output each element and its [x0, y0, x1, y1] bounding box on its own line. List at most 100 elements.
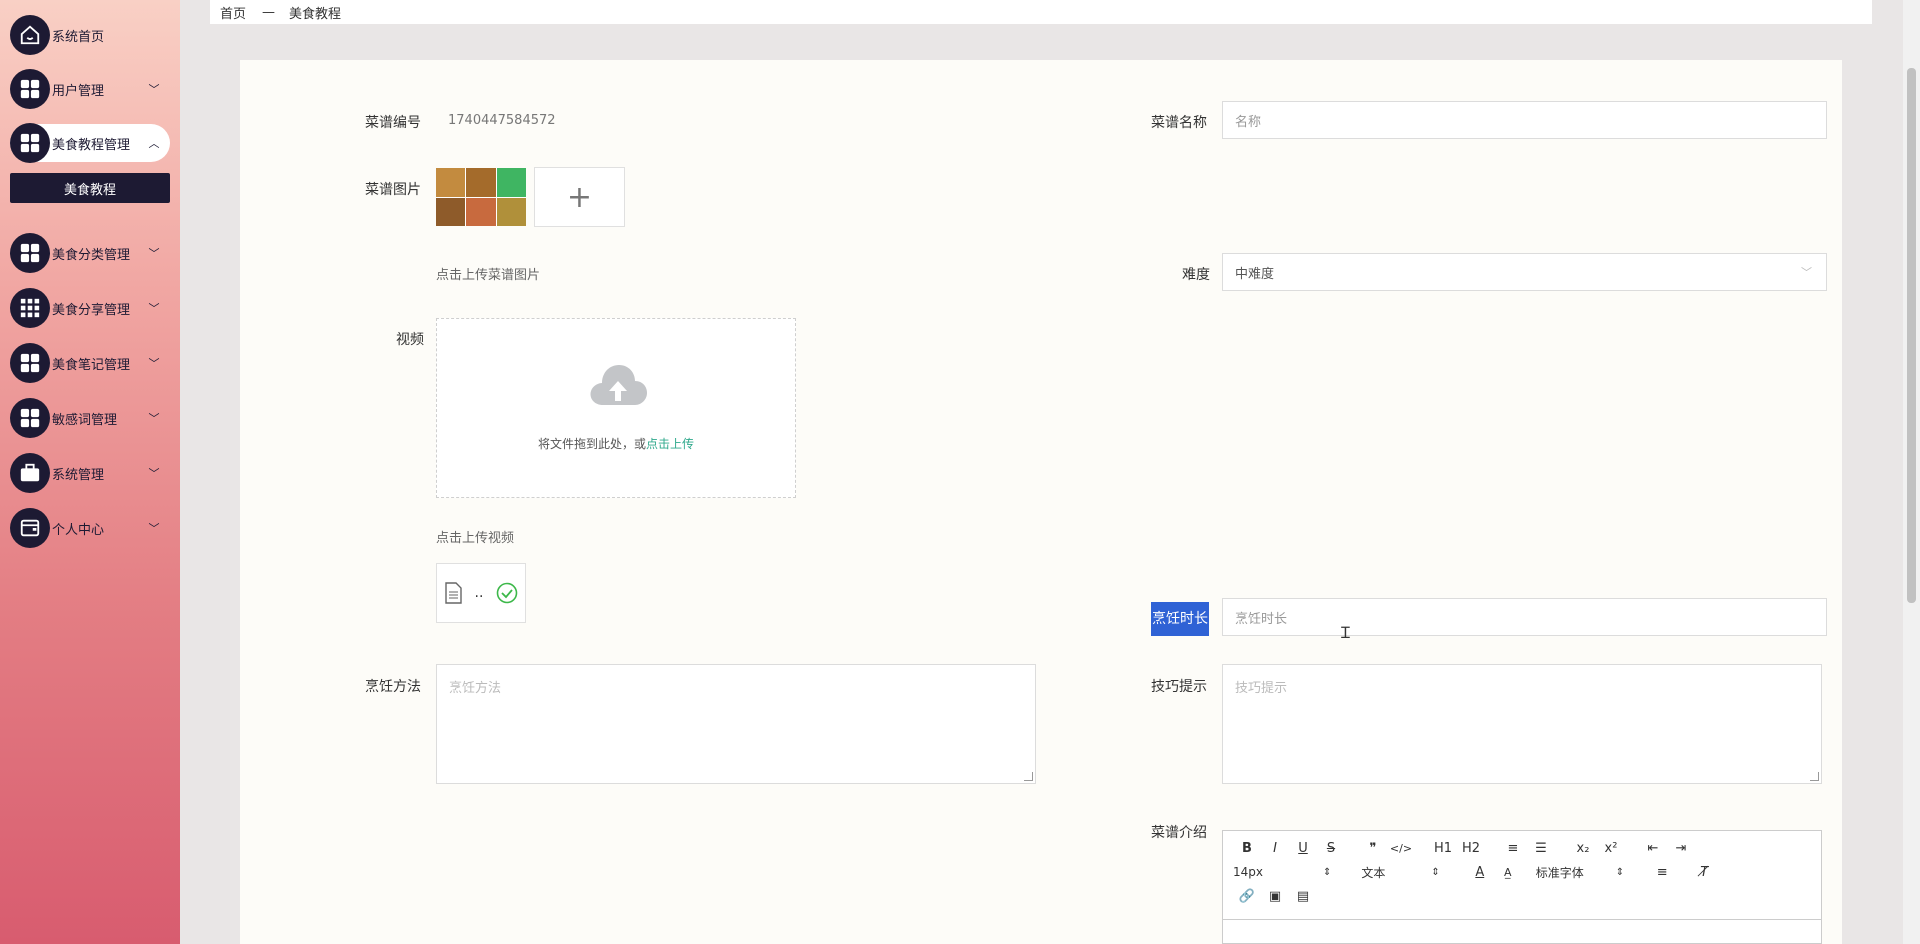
file-name: ..	[474, 585, 484, 601]
blockquote-button[interactable]: ❞	[1359, 841, 1387, 856]
menu-label: 系统首页	[52, 29, 105, 45]
cook-time-label: 烹饪时长	[1151, 602, 1209, 636]
page-scrollbar[interactable]	[1903, 0, 1920, 944]
code-block-button[interactable]: </>	[1387, 842, 1415, 855]
recipe-name-input[interactable]: 名称	[1222, 101, 1827, 139]
font-family-select[interactable]: 标准字体	[1536, 864, 1616, 881]
italic-button[interactable]: I	[1261, 841, 1289, 856]
menu-label: 用户管理	[52, 83, 105, 99]
breadcrumb: 首页 — 美食教程	[210, 0, 1872, 24]
intro-label: 菜谱介绍	[1151, 825, 1207, 841]
breadcrumb-current: 美食教程	[289, 6, 342, 22]
breadcrumb-separator: —	[262, 4, 276, 20]
upload-text: 将文件拖到此处，或点击上传	[437, 435, 795, 452]
outdent-button[interactable]: ⇤	[1639, 841, 1667, 856]
menu-label: 美食笔记管理	[52, 357, 131, 373]
font-family-arrow-icon: ⇕	[1615, 866, 1625, 878]
text-cursor-icon: Ɪ	[1341, 623, 1350, 642]
resize-handle[interactable]	[1024, 772, 1033, 781]
resize-handle[interactable]	[1810, 772, 1819, 781]
grid-icon	[10, 123, 50, 163]
chevron-down-icon: ﹀	[148, 467, 160, 480]
chevron-down-icon: ﹀	[148, 247, 160, 260]
recipe-image-thumbnail[interactable]	[436, 168, 526, 226]
ordered-list-button[interactable]: ≡	[1499, 841, 1527, 856]
wallet-icon	[10, 508, 50, 548]
background-color-icon[interactable]: A̲	[1494, 866, 1522, 879]
grid-icon	[10, 398, 50, 438]
menu-label: 美食分享管理	[52, 302, 131, 318]
link-icon[interactable]: 🔗	[1233, 889, 1261, 904]
text-type-select[interactable]: 文本	[1361, 864, 1431, 881]
menu-item-sensitive-words[interactable]: 敏感词管理 ﹀	[10, 398, 170, 438]
recipe-image-hint: 点击上传菜谱图片	[436, 268, 541, 283]
font-size-arrow-icon: ⇕	[1323, 866, 1332, 878]
menu-item-system[interactable]: 系统管理 ﹀	[10, 453, 170, 493]
font-color-icon[interactable]: A	[1466, 865, 1494, 880]
chevron-up-icon: ︿	[148, 137, 160, 150]
video-upload-dropzone[interactable]: 将文件拖到此处，或点击上传	[436, 318, 796, 498]
editor-toolbar-row: 14px ⇕ 文本 ⇕ A A̲ 标准字体 ⇕ ≡ T̸	[1233, 862, 1718, 882]
cloud-upload-icon	[590, 365, 647, 405]
editor-toolbar-row: 🔗 ▣ ▤	[1233, 886, 1317, 906]
subscript-button[interactable]: x₂	[1569, 841, 1597, 856]
scrollbar-thumb[interactable]	[1907, 68, 1916, 603]
cook-time-input[interactable]: 烹饪时长	[1222, 598, 1827, 636]
menu-item-profile[interactable]: 个人中心 ﹀	[10, 508, 170, 548]
chevron-down-icon: ﹀	[148, 412, 160, 425]
chevron-down-icon: ﹀	[148, 357, 160, 370]
home-icon	[10, 15, 50, 55]
menu-label: 敏感词管理	[52, 412, 118, 428]
recipe-no-value: 1740447584572	[448, 113, 556, 128]
briefcase-icon	[10, 453, 50, 493]
menu-label: 系统管理	[52, 467, 105, 483]
check-circle-icon	[497, 582, 518, 604]
cook-time-label-text: 烹饪时长	[1151, 602, 1209, 636]
editor-toolbar-row: B I U S ❞ </> H1 H2 ≡ ☰ x₂ x² ⇤ ⇥	[1233, 838, 1695, 858]
indent-button[interactable]: ⇥	[1667, 841, 1695, 856]
video-icon[interactable]: ▤	[1289, 889, 1317, 904]
cook-method-label: 烹饪方法	[365, 679, 421, 695]
chevron-down-icon: ﹀	[148, 522, 160, 535]
document-icon	[444, 582, 462, 604]
strike-button[interactable]: S	[1317, 841, 1345, 856]
video-label: 视频	[396, 332, 424, 348]
menu-label: 美食教程管理	[52, 137, 131, 153]
tips-label: 技巧提示	[1151, 679, 1207, 695]
menu-item-recipe-tutorial[interactable]: 美食教程管理 ︿	[10, 123, 170, 163]
align-icon[interactable]: ≡	[1648, 865, 1676, 880]
difficulty-label: 难度	[1182, 267, 1210, 283]
menu-item-users[interactable]: 用户管理 ﹀	[10, 69, 170, 109]
chevron-down-icon: ﹀	[148, 302, 160, 315]
breadcrumb-home[interactable]: 首页	[220, 3, 246, 22]
menu-label: 美食分类管理	[52, 247, 131, 263]
recipe-image-label: 菜谱图片	[365, 182, 421, 198]
font-size-select[interactable]: 14px	[1233, 865, 1293, 879]
chevron-down-icon: ﹀	[1801, 266, 1812, 279]
superscript-button[interactable]: x²	[1597, 841, 1625, 856]
cook-method-placeholder: 烹饪方法	[449, 681, 502, 696]
difficulty-value: 中难度	[1235, 266, 1275, 282]
clear-format-icon[interactable]: T̸	[1690, 865, 1718, 880]
difficulty-select[interactable]: 中难度 ﹀	[1222, 253, 1827, 291]
menu-item-food-notes[interactable]: 美食笔记管理 ﹀	[10, 343, 170, 383]
tips-textarea[interactable]: 技巧提示	[1222, 664, 1822, 784]
sidebar: 系统首页 用户管理 ﹀ 美食教程管理 ︿ 美食教程 美食分类管理 ﹀ 美食分享管…	[0, 0, 180, 944]
add-image-button[interactable]: +	[534, 167, 625, 227]
menu-item-home[interactable]: 系统首页	[10, 15, 170, 55]
header2-button[interactable]: H2	[1457, 841, 1485, 856]
rich-text-editor[interactable]: B I U S ❞ </> H1 H2 ≡ ☰ x₂ x² ⇤ ⇥ 14px ⇕…	[1222, 830, 1822, 944]
bullet-list-button[interactable]: ☰	[1527, 841, 1555, 856]
drop-text: 将文件拖到此处，或	[537, 437, 646, 451]
menu-item-food-share[interactable]: 美食分享管理 ﹀	[10, 288, 170, 328]
underline-button[interactable]: U	[1289, 841, 1317, 856]
cook-method-textarea[interactable]: 烹饪方法	[436, 664, 1036, 784]
editor-content-area[interactable]	[1223, 919, 1821, 943]
uploaded-video-file[interactable]: ..	[436, 563, 526, 623]
bold-button[interactable]: B	[1233, 841, 1261, 856]
submenu-item-recipe-tutorial[interactable]: 美食教程	[10, 173, 170, 203]
header1-button[interactable]: H1	[1429, 841, 1457, 856]
image-icon[interactable]: ▣	[1261, 889, 1289, 904]
upload-link[interactable]: 点击上传	[646, 437, 694, 451]
menu-item-food-category[interactable]: 美食分类管理 ﹀	[10, 233, 170, 273]
